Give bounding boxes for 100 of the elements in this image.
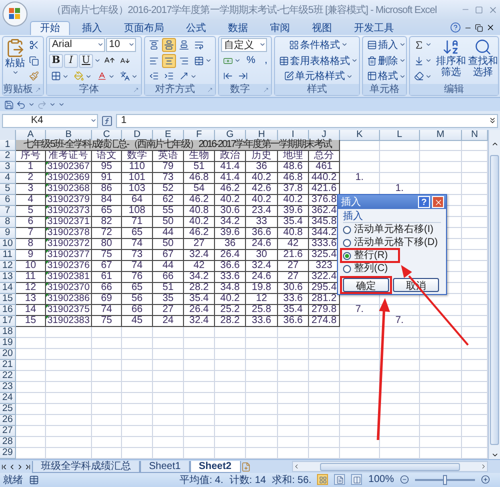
row-header[interactable]: 5 xyxy=(0,184,16,196)
row-header[interactable]: 9 xyxy=(0,228,16,240)
row-header[interactable]: 21 xyxy=(0,360,16,372)
radio-option[interactable]: 整行(R) xyxy=(343,249,388,262)
row-header[interactable]: 8 xyxy=(0,217,16,228)
table-cell: 48.6 xyxy=(278,162,309,174)
row-header[interactable]: 18 xyxy=(0,327,16,338)
style-menu-button[interactable]: 单元格样式 xyxy=(277,69,360,84)
table-cell: 67 xyxy=(92,261,122,272)
name-box[interactable]: K4 xyxy=(2,114,98,128)
ribbon-tab[interactable]: 审阅 xyxy=(260,20,300,35)
style-menu-button[interactable]: 条件格式 xyxy=(277,38,360,52)
horizontal-align-button[interactable] xyxy=(162,54,176,68)
row-header[interactable]: 23 xyxy=(0,382,16,394)
horizontal-scrollbar[interactable] xyxy=(292,461,488,472)
table-cell: 19.8 xyxy=(246,283,278,294)
ribbon-tab[interactable]: 插入 xyxy=(72,20,112,35)
cells-menu-button[interactable]: 格式 xyxy=(365,69,408,84)
row-header[interactable]: 11 xyxy=(0,250,16,262)
column-header[interactable]: L xyxy=(380,130,420,142)
sort-filter-button[interactable]: 排序和 筛选 xyxy=(436,38,466,84)
slider-thumb[interactable] xyxy=(443,474,447,485)
radio-button[interactable] xyxy=(343,264,351,272)
row-header[interactable]: 27 xyxy=(0,426,16,438)
font-color-icon xyxy=(97,71,107,82)
font-size-field[interactable]: 10 xyxy=(106,38,136,52)
row-header[interactable]: 24 xyxy=(0,393,16,404)
row-header[interactable]: 6 xyxy=(0,195,16,206)
table-cell: 34.2 xyxy=(215,217,246,228)
ribbon-tab[interactable]: 数据 xyxy=(218,20,258,35)
row-header[interactable]: 2 xyxy=(0,151,16,162)
bold-button[interactable]: B xyxy=(49,54,63,68)
number-style-button[interactable]: % xyxy=(244,54,258,68)
view-button[interactable] xyxy=(334,474,346,486)
ribbon-tab[interactable]: 开发工具 xyxy=(344,20,404,35)
vertical-align-button[interactable] xyxy=(162,38,176,52)
radio-option[interactable]: 整列(C) xyxy=(343,262,388,275)
radio-button[interactable] xyxy=(343,238,351,246)
number-style-button[interactable]: , xyxy=(259,54,273,68)
row-header[interactable]: 20 xyxy=(0,349,16,360)
cells-menu-button[interactable]: 删除 xyxy=(365,54,408,68)
vertical-scrollbar[interactable] xyxy=(488,130,500,460)
underline-button[interactable]: U xyxy=(79,54,93,68)
caret-icon xyxy=(425,57,432,64)
number-format-field[interactable]: 自定义 xyxy=(221,38,267,52)
vertical-align-button[interactable] xyxy=(177,38,191,52)
column-heading: 语文 xyxy=(92,151,122,162)
table-cell: 103 xyxy=(122,184,153,196)
radio-button[interactable] xyxy=(343,252,351,260)
table-cell: 40.2 xyxy=(246,173,278,184)
row-header[interactable]: 15 xyxy=(0,294,16,306)
ribbon-tab[interactable]: 视图 xyxy=(302,20,342,35)
row-header[interactable]: 17 xyxy=(0,316,16,328)
column-header[interactable]: N xyxy=(462,130,488,142)
copy-button[interactable] xyxy=(27,54,41,68)
bottom-align-icon xyxy=(179,40,189,50)
italic-button[interactable]: I xyxy=(64,54,78,68)
row-header[interactable]: 4 xyxy=(0,173,16,184)
vertical-align-button[interactable] xyxy=(147,38,161,52)
close-button[interactable] xyxy=(432,196,444,208)
table-cell: 65 xyxy=(92,206,122,218)
row-header[interactable]: 13 xyxy=(0,272,16,284)
row-header[interactable]: 25 xyxy=(0,404,16,416)
row-header[interactable]: 28 xyxy=(0,437,16,448)
row-header[interactable]: 10 xyxy=(0,239,16,250)
ribbon-tab[interactable]: 页面布局 xyxy=(114,20,174,35)
table-cell: 44 xyxy=(153,261,184,272)
row-header[interactable]: 26 xyxy=(0,415,16,426)
font-name-field[interactable]: Arial xyxy=(49,38,105,52)
radio-option[interactable]: 活动单元格下移(D) xyxy=(343,236,438,249)
find-select-button[interactable]: 查找和 选择 xyxy=(468,38,498,84)
radio-button[interactable] xyxy=(343,226,351,234)
help-button[interactable]: ? xyxy=(418,196,430,208)
scroll-right-icon xyxy=(480,463,487,470)
sheet-tab[interactable]: Sheet2 xyxy=(190,460,240,473)
sheet-tab[interactable]: Sheet1 xyxy=(140,460,190,473)
row-header[interactable]: 19 xyxy=(0,338,16,350)
row-header[interactable]: 22 xyxy=(0,371,16,382)
row-header[interactable]: 7 xyxy=(0,206,16,218)
fill-down-icon xyxy=(414,56,424,66)
row-header[interactable]: 16 xyxy=(0,305,16,316)
row-header[interactable]: 14 xyxy=(0,283,16,294)
sheet-tab[interactable]: 班级全学科成绩汇总 xyxy=(32,460,140,473)
style-menu-button[interactable]: 套用表格格式 xyxy=(277,54,360,68)
row-header[interactable]: 29 xyxy=(0,448,16,460)
row-header[interactable]: 12 xyxy=(0,261,16,272)
ribbon-tab[interactable]: 开始 xyxy=(30,20,70,35)
caret-icon xyxy=(108,72,115,80)
cells-menu-button[interactable]: 插入 xyxy=(365,38,408,52)
column-header[interactable]: K xyxy=(340,130,380,142)
radio-option[interactable]: 活动单元格右移(I) xyxy=(343,223,434,236)
row-header[interactable]: 3 xyxy=(0,162,16,174)
view-button[interactable] xyxy=(317,474,328,486)
group-label: 对齐方式 xyxy=(145,84,205,96)
paste-button[interactable]: 粘贴 xyxy=(5,38,25,84)
row-header[interactable]: 1 xyxy=(0,140,16,152)
ok-button[interactable]: 确定 xyxy=(343,278,389,292)
formula-input[interactable]: 1 xyxy=(116,114,498,128)
column-header[interactable]: M xyxy=(420,130,462,142)
ribbon-tab[interactable]: 公式 xyxy=(176,20,216,35)
